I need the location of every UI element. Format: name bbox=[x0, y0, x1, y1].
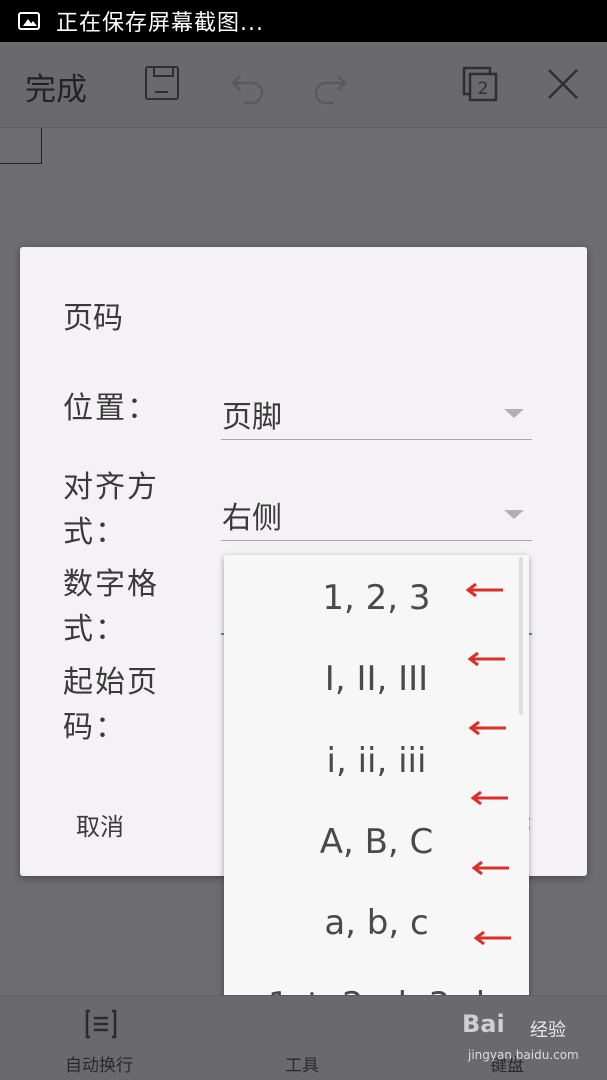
status-text: 正在保存屏幕截图... bbox=[56, 11, 264, 36]
position-select[interactable]: 页脚 bbox=[221, 392, 532, 440]
annotation-arrow-icon bbox=[468, 652, 505, 666]
align-value: 右侧 bbox=[222, 501, 282, 536]
align-select[interactable]: 右侧 bbox=[221, 493, 532, 541]
dialog-title: 页码 bbox=[63, 301, 123, 336]
redo-icon[interactable] bbox=[310, 66, 350, 106]
start-page-label: 起始页码： bbox=[63, 665, 159, 745]
annotation-arrow-icon bbox=[472, 861, 509, 875]
undo-icon[interactable] bbox=[228, 66, 268, 106]
pages-icon[interactable]: 2 bbox=[462, 66, 498, 102]
format-option[interactable]: 1, 2, 3 bbox=[224, 558, 529, 638]
watermark-url: jingyan.baidu.com bbox=[468, 1048, 579, 1062]
dropdown-arrow-icon bbox=[504, 409, 524, 418]
watermark-brand-cn: 经验 bbox=[530, 1020, 566, 1041]
baidu-jingyan-watermark: Bai 经验 jingyan.baidu.com bbox=[462, 1010, 592, 1070]
annotation-arrow-icon bbox=[471, 791, 508, 805]
auto-wrap-icon[interactable] bbox=[84, 1008, 118, 1040]
status-bar: 正在保存屏幕截图... bbox=[0, 0, 607, 42]
format-option[interactable]: I, II, III bbox=[224, 639, 529, 719]
annotation-arrow-icon bbox=[469, 721, 506, 735]
pages-count: 2 bbox=[478, 79, 489, 99]
annotation-arrow-icon bbox=[474, 931, 511, 945]
annotation-arrow-icon bbox=[466, 583, 503, 597]
screenshot-icon bbox=[18, 12, 40, 30]
dropdown-arrow-icon bbox=[504, 510, 524, 519]
close-icon[interactable] bbox=[545, 66, 581, 102]
watermark-brand: Bai bbox=[462, 1010, 505, 1038]
document-page-corner bbox=[0, 128, 42, 164]
tools-label[interactable]: 工具 bbox=[285, 1051, 319, 1076]
position-value: 页脚 bbox=[222, 400, 282, 435]
auto-wrap-label[interactable]: 自动换行 bbox=[65, 1051, 133, 1076]
cancel-button[interactable]: 取消 bbox=[76, 807, 124, 842]
done-button[interactable]: 完成 bbox=[25, 64, 87, 109]
toolbar: 完成 2 bbox=[0, 42, 607, 128]
format-option[interactable]: a, b, c bbox=[224, 883, 529, 963]
position-label: 位置： bbox=[63, 391, 159, 426]
save-icon[interactable] bbox=[145, 66, 179, 100]
align-label: 对齐方式： bbox=[63, 470, 159, 550]
dropdown-scrollbar[interactable] bbox=[519, 557, 523, 715]
number-format-label: 数字格式： bbox=[63, 567, 159, 647]
